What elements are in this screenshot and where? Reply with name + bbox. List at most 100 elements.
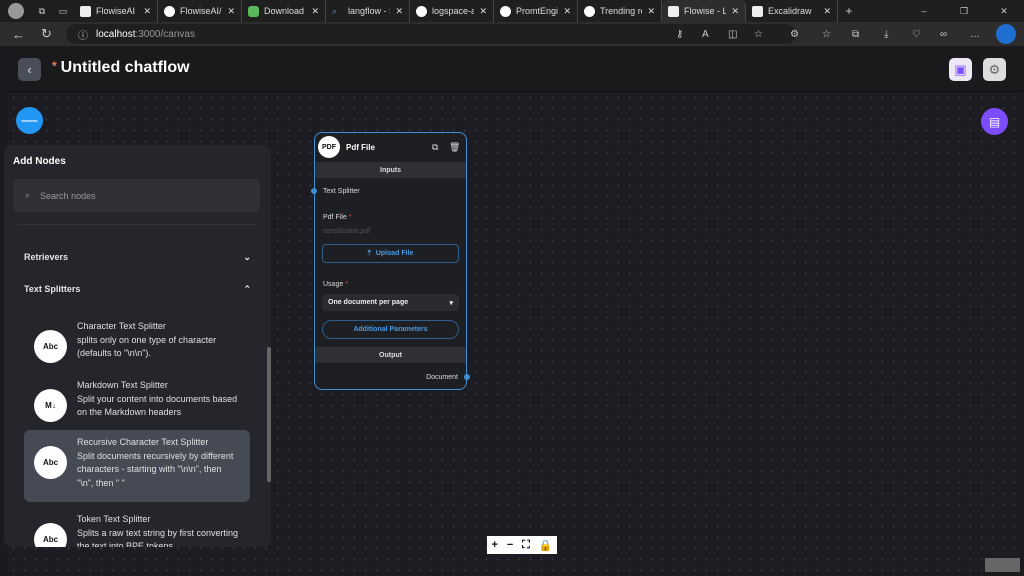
close-icon[interactable]: ✕ bbox=[143, 6, 151, 17]
address-bar: ← ↻ ⓘ localhost:3000/canvas ⚷ A ◫ ☆ ⚙ ☆ … bbox=[0, 22, 1024, 46]
upload-icon: ⤒ bbox=[367, 249, 371, 257]
page-icon bbox=[752, 5, 763, 17]
chat-icon: ▤ bbox=[988, 114, 1001, 129]
downloads-icon[interactable]: ⤓ bbox=[884, 29, 888, 40]
github-icon bbox=[164, 5, 175, 17]
text-splitter-handle[interactable] bbox=[311, 188, 317, 194]
scrollbar[interactable] bbox=[267, 347, 271, 482]
share-icon[interactable]: ∞ bbox=[940, 29, 947, 40]
save-button[interactable]: ▣ bbox=[949, 58, 972, 81]
chevron-up-icon: ⌃ bbox=[243, 284, 251, 294]
close-icon[interactable]: ✕ bbox=[823, 6, 831, 17]
abc-icon: Abc bbox=[34, 523, 67, 547]
browser-tab[interactable]: Trending rep✕ bbox=[578, 0, 662, 22]
browser-tab-active[interactable]: Flowise - Lan✕ bbox=[662, 0, 746, 22]
tab-actions-icon[interactable]: ▭ bbox=[52, 6, 74, 17]
search-icon: ⌕ bbox=[332, 5, 338, 16]
canvas-controls: + − ⛶ 🔒 bbox=[487, 536, 557, 554]
minimize-icon[interactable]: – bbox=[904, 6, 944, 16]
read-aloud-icon[interactable]: A bbox=[702, 29, 709, 40]
zoom-in-icon[interactable]: + bbox=[491, 539, 497, 551]
category-text-splitters[interactable]: Text Splitters ⌃ bbox=[24, 284, 251, 295]
chat-button[interactable]: ▤ bbox=[981, 108, 1008, 135]
page-title: * Untitled chatflow bbox=[52, 59, 190, 76]
restore-icon[interactable]: ❐ bbox=[944, 6, 984, 17]
close-icon[interactable]: ✕ bbox=[479, 6, 487, 17]
browser-tab[interactable]: Download | N✕ bbox=[242, 0, 326, 22]
list-item[interactable]: Abc Token Text Splitter Splits a raw text … bbox=[24, 507, 250, 547]
close-icon[interactable]: ✕ bbox=[311, 6, 319, 17]
app-header: ‹ * Untitled chatflow ▣ ⚙ bbox=[8, 48, 1024, 92]
back-button[interactable]: ‹ bbox=[18, 58, 41, 81]
markdown-icon: M↓ bbox=[34, 389, 67, 422]
inputs-header: Inputs bbox=[315, 162, 466, 178]
refresh-icon[interactable]: ↻ bbox=[41, 26, 52, 42]
browser-tab[interactable]: FlowiseAI/Flo✕ bbox=[158, 0, 242, 22]
pdf-file-node[interactable]: PDF Pdf File ⧉ 🗑 Inputs Text Splitter Pd… bbox=[311, 132, 470, 390]
browser-tab[interactable]: logspace-ai/l✕ bbox=[410, 0, 494, 22]
browser-tab-bar: ⧉ ▭ FlowiseAI - B✕ FlowiseAI/Flo✕ Downlo… bbox=[0, 0, 1024, 22]
back-icon[interactable]: ← bbox=[12, 27, 25, 42]
lock-icon[interactable]: 🔒 bbox=[539, 539, 553, 552]
health-icon[interactable]: ♡ bbox=[912, 29, 921, 40]
additional-parameters-button[interactable]: Additional Parameters bbox=[322, 320, 459, 339]
split-screen-icon[interactable]: ◫ bbox=[728, 29, 737, 40]
settings-button[interactable]: ⚙ bbox=[983, 58, 1006, 81]
pdf-file-label: Pdf File * bbox=[323, 214, 352, 221]
search-input[interactable]: ⌕ Search nodes bbox=[13, 179, 260, 212]
more-icon[interactable]: … bbox=[970, 29, 980, 40]
collections-icon[interactable]: ⧉ bbox=[852, 29, 859, 40]
chevron-down-icon: ⌄ bbox=[243, 252, 251, 262]
category-retrievers[interactable]: Retrievers ⌄ bbox=[24, 252, 251, 263]
toggle-add-nodes-button[interactable]: — bbox=[16, 107, 43, 134]
browser-tab[interactable]: PromtEngine✕ bbox=[494, 0, 578, 22]
info-icon: ⓘ bbox=[78, 30, 88, 42]
duplicate-icon[interactable]: ⧉ bbox=[432, 142, 438, 153]
extensions-icon[interactable]: ⚙ bbox=[790, 29, 799, 40]
close-icon[interactable]: ✕ bbox=[731, 6, 739, 17]
browser-tab[interactable]: ⌕langflow - Se✕ bbox=[326, 0, 410, 22]
close-icon[interactable]: ✕ bbox=[227, 6, 235, 17]
github-icon bbox=[416, 5, 427, 17]
browser-tab[interactable]: Excalidraw ✕ bbox=[746, 0, 838, 22]
add-nodes-panel: Add Nodes ⌕ Search nodes Retrievers ⌄ Text… bbox=[4, 145, 271, 547]
favorites-icon[interactable]: ☆ bbox=[822, 29, 831, 40]
text-splitter-label: Text Splitter bbox=[323, 188, 360, 195]
panel-title: Add Nodes bbox=[13, 156, 66, 167]
github-icon bbox=[584, 5, 595, 17]
fit-view-icon[interactable]: ⛶ bbox=[522, 539, 530, 552]
upload-file-button[interactable]: ⤒ Upload File bbox=[322, 244, 459, 263]
workspaces-icon[interactable]: ⧉ bbox=[32, 6, 52, 17]
delete-icon[interactable]: 🗑 bbox=[449, 142, 460, 153]
new-tab-icon[interactable]: + bbox=[838, 4, 860, 18]
caret-down-icon: ▾ bbox=[449, 299, 453, 307]
bing-icon[interactable] bbox=[996, 24, 1016, 44]
minimap[interactable] bbox=[985, 558, 1020, 572]
abc-icon: Abc bbox=[34, 330, 67, 363]
minus-icon: — bbox=[21, 111, 38, 129]
close-icon[interactable]: ✕ bbox=[395, 6, 403, 17]
usage-select[interactable]: One document per page ▾ bbox=[322, 294, 459, 311]
window-close-icon[interactable]: ✕ bbox=[984, 6, 1024, 17]
page-icon bbox=[668, 5, 679, 17]
close-icon[interactable]: ✕ bbox=[647, 6, 655, 17]
save-icon: ▣ bbox=[954, 61, 967, 77]
pdf-file-value: constitution.pdf bbox=[323, 228, 371, 235]
output-header: Output bbox=[315, 347, 466, 363]
search-icon: ⌕ bbox=[25, 190, 31, 200]
node-title: Pdf File bbox=[346, 143, 375, 152]
document-handle[interactable] bbox=[464, 374, 470, 380]
gear-icon: ⚙ bbox=[988, 61, 1001, 77]
close-icon[interactable]: ✕ bbox=[563, 6, 571, 17]
divider bbox=[18, 224, 258, 225]
profile-avatar[interactable] bbox=[8, 3, 24, 19]
zoom-out-icon[interactable]: − bbox=[507, 539, 513, 551]
browser-tab[interactable]: FlowiseAI - B✕ bbox=[74, 0, 158, 22]
url-input[interactable]: ⓘ localhost:3000/canvas bbox=[66, 24, 796, 44]
key-icon[interactable]: ⚷ bbox=[676, 29, 683, 40]
list-item-selected[interactable]: Abc Recursive Character Text Splitter Spli… bbox=[24, 430, 250, 502]
favorite-icon[interactable]: ☆ bbox=[754, 29, 763, 40]
nodejs-icon bbox=[248, 5, 259, 17]
document-label: Document bbox=[426, 374, 458, 381]
github-icon bbox=[500, 5, 511, 17]
